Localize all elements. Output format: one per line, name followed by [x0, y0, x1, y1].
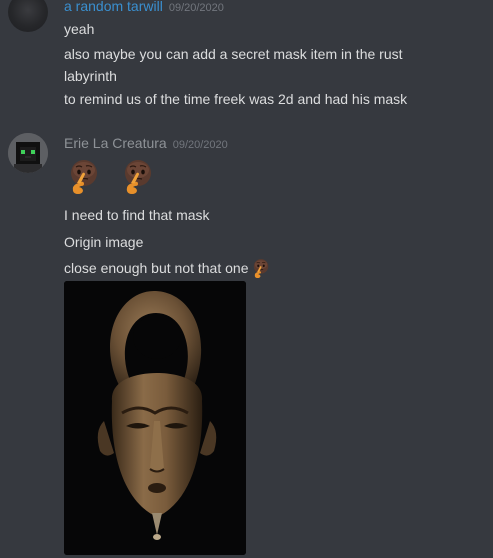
message-timestamp: 09/20/2020 [168, 2, 224, 14]
message-line: to remind us of the time freek was 2d an… [64, 91, 408, 107]
message-line: also maybe you can add a secret mask ite… [64, 46, 403, 62]
author-name[interactable]: Erie La Creatura [64, 135, 167, 151]
message-header: a random tarwill 09/20/2020 [64, 0, 224, 14]
avatar[interactable] [8, 133, 48, 173]
carved-mask-image [64, 281, 246, 555]
thinking-face-emoji-icon[interactable] [120, 158, 156, 194]
message-line: labyrinth [64, 68, 117, 84]
thinking-face-emoji-icon[interactable] [251, 258, 271, 278]
avatar[interactable] [8, 0, 48, 32]
message-line: close enough but not that one [64, 257, 484, 279]
mask-image-attachment[interactable] [64, 281, 246, 555]
thinking-face-emoji-icon[interactable] [66, 158, 102, 194]
message-timestamp: 09/20/2020 [172, 139, 228, 151]
message-header: Erie La Creatura 09/20/2020 [64, 135, 228, 151]
message-text: close enough but not that one [64, 260, 249, 276]
message-line: I need to find that mask [64, 207, 210, 223]
message-line: yeah [64, 21, 95, 37]
author-name[interactable]: a random tarwill [64, 0, 163, 14]
message-line: Origin image [64, 234, 144, 250]
